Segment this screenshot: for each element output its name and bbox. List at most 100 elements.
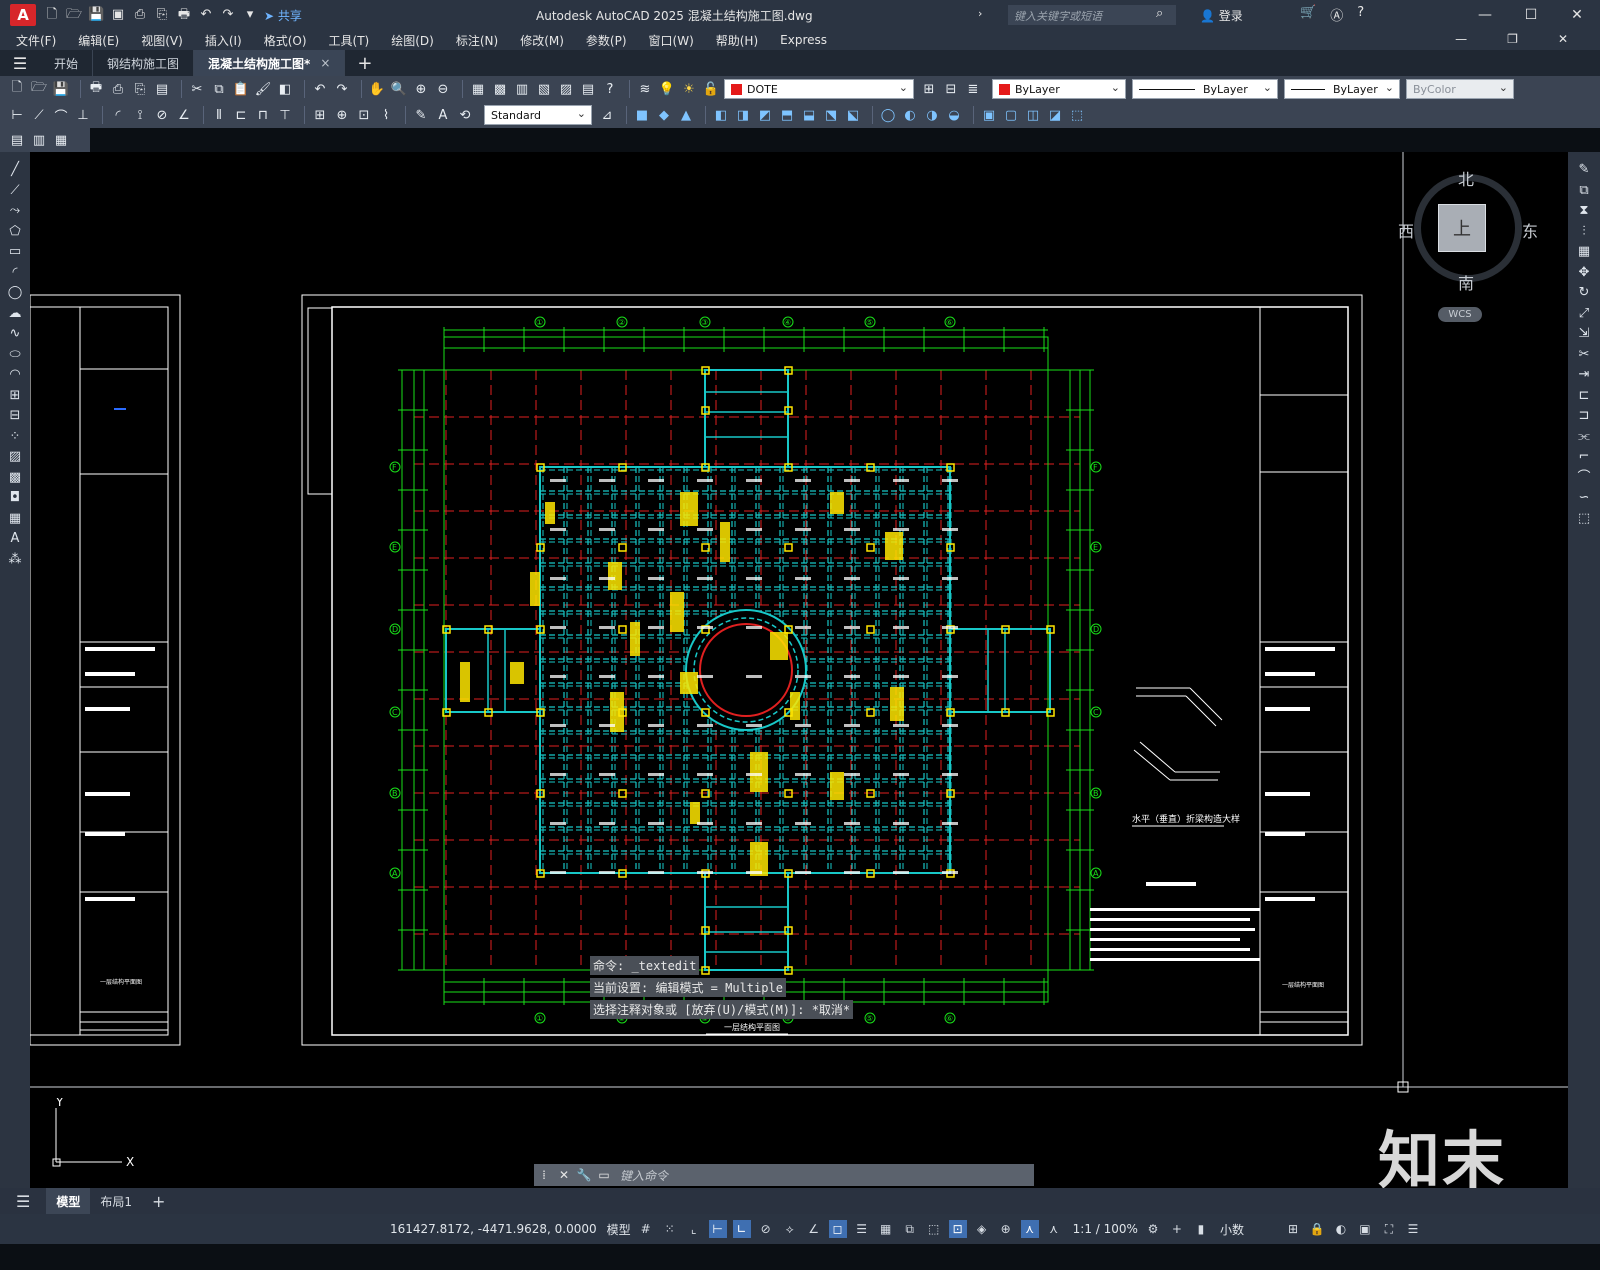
menu-help[interactable]: 帮助(H): [716, 32, 758, 49]
object-snap-icon[interactable]: ◻: [828, 1220, 847, 1238]
command-recent-icon[interactable]: ▭: [594, 1168, 614, 1182]
doc-close-icon[interactable]: ✕: [1558, 32, 1568, 46]
tab-model[interactable]: 模型: [46, 1188, 91, 1214]
plot-icon[interactable]: 🖶: [87, 80, 105, 98]
menu-dimension[interactable]: 标注(N): [456, 32, 498, 49]
open-file-icon[interactable]: 🗁: [66, 7, 82, 23]
polygon-icon[interactable]: ⬠: [9, 222, 20, 243]
layer-state-icon[interactable]: ≣: [964, 80, 982, 98]
isodraft-icon[interactable]: ⟡: [781, 1220, 799, 1238]
zoom-realtime-icon[interactable]: 🔍: [390, 80, 408, 98]
dim-angular-icon[interactable]: ∠: [175, 106, 193, 124]
menu-insert[interactable]: 插入(I): [205, 32, 242, 49]
doc-restore-icon[interactable]: ❐: [1507, 32, 1518, 46]
search-icon[interactable]: ⌕: [1156, 6, 1163, 21]
gradient-icon[interactable]: ▩: [9, 468, 21, 489]
dynamic-input-icon[interactable]: ⊢: [708, 1220, 727, 1238]
dim-style-manager-icon[interactable]: ⊿: [598, 106, 616, 124]
app-menu-icon[interactable]: ☰: [0, 54, 40, 73]
scale-icon[interactable]: ⤢: [1579, 304, 1589, 325]
layer-freeze-icon[interactable]: ☀: [680, 80, 698, 98]
point-icon[interactable]: ⁘: [10, 427, 21, 448]
markup-icon[interactable]: ▨: [557, 80, 575, 98]
design-center-icon[interactable]: ▩: [491, 80, 509, 98]
menu-edit[interactable]: 编辑(E): [78, 32, 119, 49]
copy-object-icon[interactable]: ⧉: [1579, 181, 1588, 202]
units-dropdown[interactable]: 小数: [1220, 1221, 1244, 1238]
menu-file[interactable]: 文件(F): [16, 32, 56, 49]
dynamic-ucs-icon[interactable]: ⊡: [948, 1220, 967, 1238]
break-at-point-icon[interactable]: ⊏: [1579, 386, 1590, 407]
visual-style-wireframe-icon[interactable]: ◯: [879, 106, 897, 124]
dim-aligned-icon[interactable]: ⟋: [30, 106, 48, 124]
construction-line-icon[interactable]: ⟋: [10, 181, 19, 202]
layout-menu-icon[interactable]: ☰: [0, 1188, 46, 1214]
spline-icon[interactable]: ∿: [10, 324, 21, 345]
wcs-menu[interactable]: WCS: [1438, 307, 1482, 322]
create-block-icon[interactable]: ▥: [30, 131, 48, 149]
intersect-icon[interactable]: ◩: [756, 106, 774, 124]
extrude-icon[interactable]: ⬒: [778, 106, 796, 124]
break-icon[interactable]: ⊐: [1579, 406, 1590, 427]
isolate-objects-icon[interactable]: ◐: [1332, 1220, 1350, 1238]
open-web-icon[interactable]: ⎙: [132, 7, 148, 23]
lock-ui-icon[interactable]: 🔒: [1308, 1220, 1326, 1238]
view-right-icon[interactable]: ◪: [1046, 106, 1064, 124]
undo-icon[interactable]: ↶: [311, 80, 329, 98]
modeling-wedge-icon[interactable]: ◆: [655, 106, 673, 124]
customize-qat-icon[interactable]: ▾: [242, 7, 258, 23]
mtext-icon[interactable]: A: [11, 529, 20, 550]
graphics-performance-icon[interactable]: ▣: [1356, 1220, 1374, 1238]
new-tab-button[interactable]: +: [345, 53, 384, 74]
paste-icon[interactable]: 📋: [232, 80, 250, 98]
command-customize-icon[interactable]: 🔧: [574, 1168, 594, 1182]
layer-properties-icon[interactable]: ≋: [636, 80, 654, 98]
insert-block-icon[interactable]: ▤: [8, 131, 26, 149]
dim-ordinate-icon[interactable]: ⊥: [74, 106, 92, 124]
rotate-icon[interactable]: ↻: [1579, 283, 1590, 304]
qnew-icon[interactable]: 🗋: [8, 80, 26, 98]
3d-osnap-icon[interactable]: ⬚: [925, 1220, 943, 1238]
cart-icon[interactable]: 🛒: [1300, 5, 1316, 24]
hatch-icon[interactable]: ▨: [9, 447, 21, 468]
visual-style-hidden-icon[interactable]: ◐: [901, 106, 919, 124]
menu-modify[interactable]: 修改(M): [520, 32, 564, 49]
dim-linear-icon[interactable]: ⊢: [8, 106, 26, 124]
dim-space-icon[interactable]: ⊤: [276, 106, 294, 124]
trim-icon[interactable]: ✂: [1579, 345, 1590, 366]
undo-icon[interactable]: ↶: [198, 7, 214, 23]
visual-style-realistic-icon[interactable]: ◑: [923, 106, 941, 124]
line-tool-icon[interactable]: ╱: [11, 160, 19, 181]
rectangle-icon[interactable]: ▭: [9, 242, 21, 263]
menu-express[interactable]: Express: [780, 33, 827, 47]
pan-icon[interactable]: ✋: [368, 80, 386, 98]
visual-style-conceptual-icon[interactable]: ◒: [945, 106, 963, 124]
annotation-scale[interactable]: 1:1 / 100%: [1073, 1222, 1138, 1236]
cut-icon[interactable]: ✂: [188, 80, 206, 98]
view-top-icon[interactable]: ▣: [980, 106, 998, 124]
quick-properties-icon[interactable]: ⊞: [1284, 1220, 1302, 1238]
save-as-icon[interactable]: ▣: [110, 7, 126, 23]
block-editor-icon[interactable]: ◧: [276, 80, 294, 98]
open-icon[interactable]: 🗁: [30, 80, 48, 98]
search-input[interactable]: 键入关键字或短语: [1008, 5, 1176, 25]
menu-draw[interactable]: 绘图(D): [391, 32, 434, 49]
plot-icon[interactable]: 🖶: [176, 7, 192, 23]
dim-text-edit-icon[interactable]: A: [434, 106, 452, 124]
lineweight-dropdown[interactable]: ByLayer: [1284, 79, 1400, 99]
circle-icon[interactable]: ◯: [8, 283, 23, 304]
dim-style-dropdown[interactable]: Standard: [484, 105, 592, 125]
doc-minimize-icon[interactable]: —: [1455, 32, 1467, 46]
insert-block-icon[interactable]: ⊞: [10, 386, 21, 407]
auto-scale-icon[interactable]: ⋏: [1045, 1220, 1063, 1238]
layer-lock-icon[interactable]: 🔓: [702, 80, 720, 98]
plotstyle-dropdown[interactable]: ByColor: [1406, 79, 1514, 99]
table-icon[interactable]: ▦: [9, 509, 21, 530]
properties-icon[interactable]: ▦: [469, 80, 487, 98]
make-block-icon[interactable]: ⊟: [10, 406, 21, 427]
ellipse-arc-icon[interactable]: ◠: [9, 365, 20, 386]
infer-constraints-icon[interactable]: ⌞: [685, 1220, 703, 1238]
layer-previous-icon[interactable]: ⊟: [942, 80, 960, 98]
lineweight-icon[interactable]: ☰: [853, 1220, 871, 1238]
explode-icon[interactable]: ⬚: [1578, 509, 1590, 530]
